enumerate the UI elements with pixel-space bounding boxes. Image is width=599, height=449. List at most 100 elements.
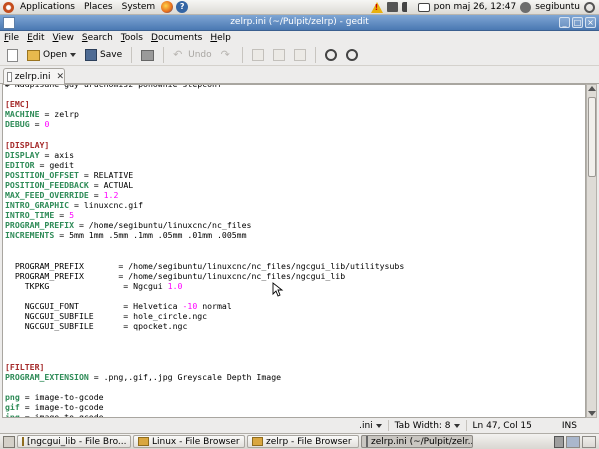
code-line[interactable] [5,129,404,139]
tab-width-selector[interactable]: Tab Width: 8 [389,421,466,431]
code-line[interactable]: NGCGUI_SUBFILE = qpocket.ngc [5,321,404,331]
code-line[interactable] [5,331,404,341]
scroll-up-icon[interactable] [588,86,596,91]
window-controls: _ □ × [559,17,596,28]
new-button[interactable] [4,46,21,64]
text-editor[interactable]: # Nadpisane gdy uruchomisz ponownie step… [2,84,586,418]
config-key: INTRO_GRAPHIC [5,200,70,211]
help-icon[interactable]: ? [176,1,189,13]
power-icon[interactable] [584,1,595,13]
open-button[interactable]: Open [24,46,79,64]
config-key: PROGRAM_PREFIX [5,220,75,231]
code-line[interactable]: MAX_FEED_OVERRIDE = 1.2 [5,190,404,200]
code-line[interactable]: [FILTER] [5,362,404,372]
close-tab-icon[interactable]: ✕ [56,72,64,82]
folder-open-icon [27,49,40,61]
menu-tools[interactable]: Tools [117,33,147,43]
code-text: normal [197,301,232,312]
close-button[interactable]: × [585,17,596,28]
menu-search[interactable]: Search [78,33,117,43]
code-line[interactable]: MACHINE = zelrp [5,109,404,119]
code-line[interactable]: gif = image-to-gcode [5,402,404,412]
menu-help[interactable]: Help [206,33,235,43]
minimize-button[interactable]: _ [559,17,570,28]
menu-edit[interactable]: Edit [23,33,48,43]
code-line[interactable] [5,341,404,351]
chevron-down-icon[interactable] [70,53,77,57]
task-zelrp-browser[interactable]: zelrp - File Browser [247,435,359,448]
cut-button[interactable] [249,46,267,64]
tab-zelrp-ini[interactable]: zelrp.ini ✕ [3,68,65,85]
menu-file[interactable]: File [0,33,23,43]
code-text: = image-to-gcode [19,391,104,402]
mail-icon[interactable] [417,2,430,12]
undo-button[interactable]: ↶ Undo [170,46,215,64]
code-line[interactable] [5,382,404,392]
code-line[interactable]: [DISPLAY] [5,140,404,150]
ubuntu-logo-icon[interactable] [3,1,14,13]
code-line[interactable] [5,251,404,261]
code-line[interactable]: NGCGUI_FONT = Helvetica -10 normal [5,301,404,311]
code-line[interactable]: [EMC] [5,99,404,109]
code-line[interactable]: DEBUG = 0 [5,119,404,129]
code-line[interactable]: POSITION_OFFSET = RELATIVE [5,170,404,180]
code-line[interactable]: PROGRAM_PREFIX = /home/segibuntu/linuxcn… [5,271,404,281]
code-line[interactable] [5,241,404,251]
menu-documents-mnemonic: D [151,33,158,43]
task-linux-browser[interactable]: Linux - File Browser [133,435,245,448]
code-line[interactable]: NGCGUI_SUBFILE = hole_circle.ngc [5,311,404,321]
vertical-scrollbar[interactable] [586,84,597,418]
code-line[interactable]: PROGRAM_PREFIX = /home/segibuntu/linuxcn… [5,261,404,271]
trash-icon[interactable] [554,435,564,448]
top-panel-menus: Applications Places System ? [0,1,189,13]
task-ngcgui-lib-browser[interactable]: [ngcgui_lib - File Bro... [17,435,131,448]
section-header: [DISPLAY] [5,139,50,150]
code-text: = ACTUAL [88,179,134,190]
menu-view[interactable]: View [49,33,78,43]
code-line[interactable]: INTRO_TIME = 5 [5,210,404,220]
places-menu[interactable]: Places [81,2,116,12]
code-line[interactable]: INCREMENTS = 5mm 1mm .5mm .1mm .05mm .01… [5,230,404,240]
language-selector[interactable]: .ini [353,421,388,431]
code-line[interactable] [5,291,404,301]
window-titlebar[interactable]: zelrp.ini (~/Pulpit/zelrp) - gedit _ □ × [0,15,599,31]
redo-icon: ↷ [220,48,230,61]
workspace-2[interactable] [582,435,596,448]
system-menu[interactable]: System [119,2,159,12]
menu-documents[interactable]: Documents [147,33,206,43]
code-line[interactable] [5,89,404,99]
task-label: Linux - File Browser [152,436,240,447]
code-content[interactable]: # Nadpisane gdy uruchomisz ponownie step… [5,85,404,417]
config-key: png [5,391,20,402]
code-line[interactable]: png = image-to-gcode [5,392,404,402]
replace-button[interactable] [343,46,361,64]
code-line[interactable]: POSITION_FEEDBACK = ACTUAL [5,180,404,190]
find-button[interactable] [322,46,340,64]
code-line[interactable]: DISPLAY = axis [5,150,404,160]
workspace-1[interactable] [566,435,580,448]
code-line[interactable]: EDITOR = gedit [5,160,404,170]
firefox-icon[interactable] [161,1,174,13]
open-label: Open [43,50,68,60]
scrollbar-thumb[interactable] [588,97,596,177]
maximize-button[interactable]: □ [572,17,583,28]
print-button[interactable] [138,46,157,64]
code-line[interactable] [5,352,404,362]
paste-button[interactable] [291,46,309,64]
scroll-down-icon[interactable] [588,411,596,416]
code-line[interactable]: INTRO_GRAPHIC = linuxcnc.gif [5,200,404,210]
code-line[interactable]: TKPKG = Ngcgui 1.0 [5,281,404,291]
save-button[interactable]: Save [82,46,125,64]
volume-icon[interactable] [401,2,414,12]
code-line[interactable]: PROGRAM_EXTENSION = .png,.gif,.jpg Greys… [5,372,404,382]
clock[interactable]: pon maj 26, 12:47 [434,2,517,12]
copy-button[interactable] [270,46,288,64]
warning-icon[interactable] [370,1,383,13]
username[interactable]: segibuntu [535,2,580,12]
task-gedit-zelrp-ini[interactable]: zelrp.ini (~/Pulpit/zelr... [361,435,473,448]
code-line[interactable]: PROGRAM_PREFIX = /home/segibuntu/linuxcn… [5,220,404,230]
redo-button[interactable]: ↷ [218,46,236,64]
applications-menu[interactable]: Applications [17,2,78,12]
network-icon[interactable] [386,2,398,12]
show-desktop-icon[interactable] [3,435,15,448]
